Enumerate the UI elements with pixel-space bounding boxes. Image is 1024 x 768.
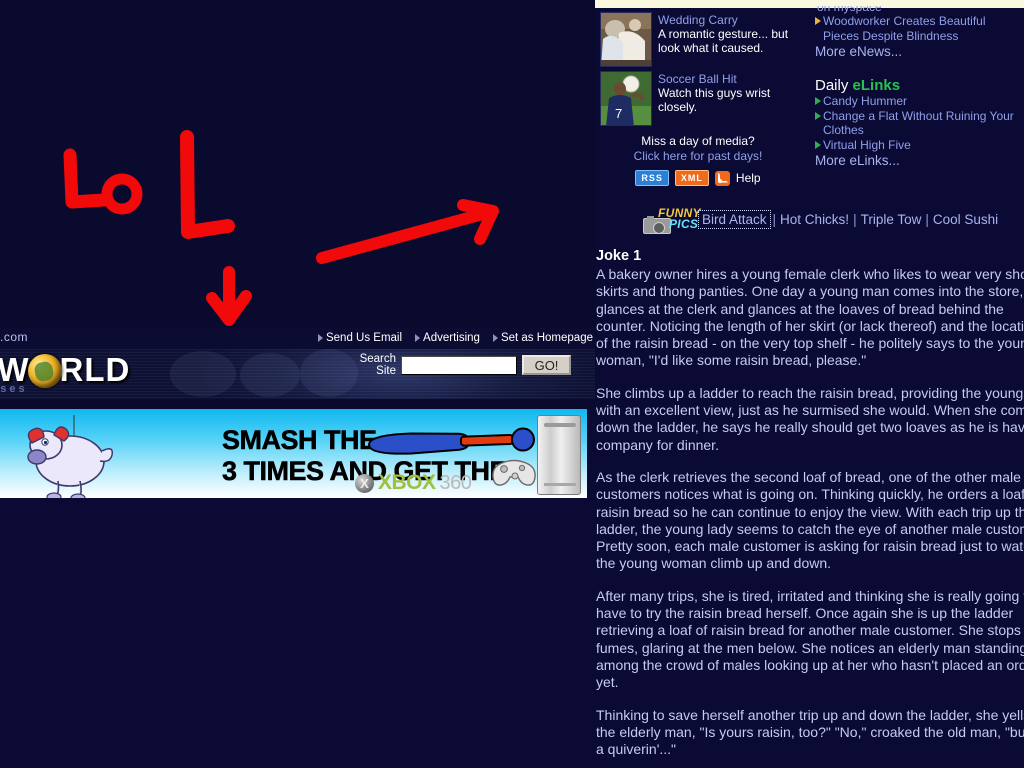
media-title[interactable]: Soccer Ball Hit [658,72,770,86]
nav-label: Advertising [423,332,480,344]
search-go-button[interactable]: GO! [522,355,571,375]
media-desc-line2: look what it caused. [658,41,764,55]
link-separator: | [772,212,777,227]
pinata-donkey-graphic [27,415,114,498]
past-days-promo: Miss a day of media? Click here for past… [600,134,796,164]
media-list: Wedding Carry A romantic gesture... but … [600,12,796,186]
media-text: Soccer Ball Hit Watch this guys wrist cl… [658,71,770,126]
browser-viewport: .com Send Us Email Advertising Set as Ho… [0,0,1024,768]
left-content-panel: .com Send Us Email Advertising Set as Ho… [0,0,595,768]
elinks-heading-plain: Daily [815,77,853,94]
xml-badge[interactable]: XML [674,170,709,186]
elink-label: Candy Hummer [823,94,908,108]
funny-pics-links: Bird Attack | Hot Chicks! | Triple Tow |… [698,210,998,229]
links-column: Woodworker Creates Beautiful Pieces Desp… [815,14,1020,169]
enews-item-woodworker[interactable]: Woodworker Creates Beautiful Pieces Desp… [815,14,1020,43]
link-separator: | [925,212,929,227]
xbox-orb-icon [355,473,374,493]
camera-icon [643,216,671,234]
logo-letters-rld: RLD [59,351,131,388]
funnypic-link-triple-tow[interactable]: Triple Tow [861,212,922,227]
xbox-controller-graphic [492,459,536,486]
link-separator: | [853,212,857,227]
triangle-bullet-icon [815,111,821,120]
feed-help-link[interactable]: Help [736,171,761,185]
nav-label: Send Us Email [325,332,403,344]
right-content-panel: on myspace Wedding Carry A romantic gest… [595,0,1024,768]
xbox-wordmark: XBOX [378,471,436,494]
more-elinks-link[interactable]: More eLinks... [815,152,1020,169]
more-enews-link[interactable]: More eNews... [815,43,1020,60]
triangle-bullet-icon [815,140,821,149]
past-days-line1: Miss a day of media? [641,134,755,148]
media-thumbnail[interactable]: 7 [600,71,652,126]
funnypic-link-cool-sushi[interactable]: Cool Sushi [933,212,998,227]
search-input[interactable] [401,355,517,375]
media-desc-line2: closely. [658,100,698,114]
joke-paragraph: As the clerk retrieves the second loaf o… [596,468,1024,572]
media-item-soccer-ball-hit[interactable]: 7 Soccer Ball Hit Watch this guys wrist … [600,71,796,126]
funny-pics-bar: FUNNY PICS Bird Attack | Hot Chicks! | T… [595,206,1024,236]
funnypic-link-hot-chicks[interactable]: Hot Chicks! [780,212,849,227]
xbox-360-logo: XBOX 360 [355,471,472,495]
media-item-wedding-carry[interactable]: Wedding Carry A romantic gesture... but … [600,12,796,67]
rss-feed-icon[interactable] [714,170,730,186]
funnypic-link-bird-attack[interactable]: Bird Attack [698,210,771,229]
site-logo[interactable]: sWRLD asses [0,347,310,399]
media-title[interactable]: Wedding Carry [658,13,788,27]
triangle-bullet-icon [492,334,498,342]
media-desc-line1: A romantic gesture... but [658,27,789,41]
banner-ad-xbox360[interactable]: SMASH THE 3 TIMES AND GET THE XBOX 360 [0,409,587,500]
past-days-link[interactable]: Click here for past days! [600,149,796,164]
nav-send-us-email[interactable]: Send Us Email [317,332,403,344]
elink-virtual-high-five[interactable]: Virtual High Five [815,138,1020,153]
elink-label: Virtual High Five [823,137,911,152]
top-cream-strip [595,0,1024,8]
triangle-bullet-icon [415,334,421,342]
page-background-area [0,0,595,328]
triangle-bullet-icon [815,97,821,105]
triangle-bullet-icon [317,334,323,342]
elink-change-a-flat[interactable]: Change a Flat Without Ruining Your Cloth… [815,109,1020,138]
site-domain-fragment: .com [0,330,29,344]
elink-candy-hummer[interactable]: Candy Hummer [815,94,1020,109]
nav-advertising[interactable]: Advertising [415,332,480,344]
nav-label: Set as Homepage [500,332,593,344]
globe-icon [27,354,62,388]
joke-paragraph: She climbs up a ladder to reach the rais… [596,384,1024,453]
site-logo-subtitle: asses [0,383,28,395]
enews-item-label: Woodworker Creates Beautiful Pieces Desp… [823,14,986,43]
joke-paragraph: After many trips, she is tired, irritate… [596,587,1024,691]
baseball-bat-graphic [368,427,535,455]
search-label-line1: Search [359,353,396,365]
header-separator [0,399,595,409]
media-thumbnail[interactable] [600,12,652,67]
elink-label: Change a Flat Without Ruining Your Cloth… [823,108,1014,138]
svg-text:7: 7 [615,106,622,121]
soccer-photo: 7 [601,72,651,125]
search-label: Search Site [358,353,396,377]
rss-badge[interactable]: RSS [635,170,669,186]
wedding-photo [601,13,651,66]
xbox-360-console-graphic [537,415,581,495]
nav-set-as-homepage[interactable]: Set as Homepage [492,332,593,344]
funnypics-logo-bottom: PICS [669,217,699,231]
utility-nav: Send Us Email Advertising Set as Homepag… [317,332,593,344]
elinks-heading-accent: eLinks [852,77,901,94]
joke-heading: Joke 1 [596,248,642,264]
triangle-bullet-icon [815,17,821,25]
joke-paragraph: Thinking to save herself another trip up… [596,706,1024,758]
jokes-section: Joke 1 A bakery owner hires a young fema… [595,248,1024,768]
media-desc-line1: Watch this guys wrist [658,86,771,100]
feed-buttons: RSS XML Help [600,170,796,186]
search-label-line2: Site [376,365,396,377]
joke-paragraph: A bakery owner hires a young female cler… [596,266,1024,369]
daily-elinks-heading: Daily eLinks [815,77,1020,94]
site-search: Search Site GO! [358,353,571,377]
xbox-360-number: 360 [439,471,472,494]
media-text: Wedding Carry A romantic gesture... but … [658,12,788,67]
